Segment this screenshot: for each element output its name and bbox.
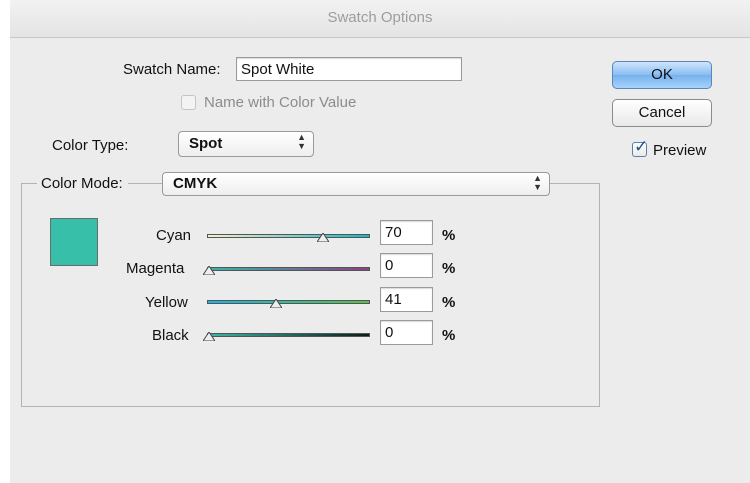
magenta-slider-thumb[interactable] (203, 266, 215, 275)
cyan-percent-label: % (442, 227, 456, 244)
yellow-label: Yellow (145, 294, 188, 311)
preview-checkbox[interactable]: ✓ (632, 137, 648, 157)
magenta-percent-label: % (442, 260, 456, 277)
cyan-slider-thumb[interactable] (317, 233, 330, 242)
stepper-arrows-icon: ▲ ▼ (297, 132, 306, 151)
name-with-color-value-checkbox[interactable] (181, 95, 196, 110)
window-title: Swatch Options (327, 9, 433, 26)
color-mode-value: CMYK (173, 175, 218, 192)
black-slider-track[interactable] (207, 333, 370, 337)
color-mode-group (21, 183, 600, 407)
yellow-slider-track[interactable] (207, 300, 370, 304)
name-with-color-value-label: Name with Color Value (204, 94, 357, 111)
magenta-label: Magenta (126, 260, 185, 277)
yellow-percent-label: % (442, 294, 456, 311)
color-mode-label: Color Mode: (37, 175, 128, 192)
cancel-button[interactable]: Cancel (612, 99, 712, 127)
black-slider-thumb[interactable] (203, 332, 215, 341)
cyan-slider-track[interactable] (207, 234, 370, 238)
color-type-value: Spot (189, 135, 223, 152)
swatch-name-label: Swatch Name: (123, 61, 221, 78)
color-mode-select[interactable]: CMYK ▲ ▼ (162, 172, 550, 196)
color-preview-swatch (50, 218, 98, 266)
title-bar[interactable]: Swatch Options (10, 0, 750, 38)
checkmark-icon: ✓ (634, 137, 649, 156)
ok-button[interactable]: OK (612, 61, 712, 89)
stepper-arrows-icon: ▲ ▼ (533, 173, 542, 192)
black-label: Black (152, 327, 189, 344)
cyan-value-input[interactable] (380, 220, 433, 245)
color-type-select[interactable]: Spot ▲ ▼ (178, 131, 314, 157)
yellow-value-input[interactable] (380, 287, 433, 312)
yellow-slider-thumb[interactable] (269, 299, 282, 308)
swatch-name-input[interactable] (236, 57, 462, 81)
cyan-label: Cyan (156, 227, 192, 244)
magenta-value-input[interactable] (380, 253, 433, 278)
preview-label: Preview (653, 142, 707, 159)
black-percent-label: % (442, 327, 456, 344)
black-value-input[interactable] (380, 320, 433, 345)
magenta-slider-track[interactable] (207, 267, 370, 271)
color-type-label: Color Type: (52, 137, 129, 154)
